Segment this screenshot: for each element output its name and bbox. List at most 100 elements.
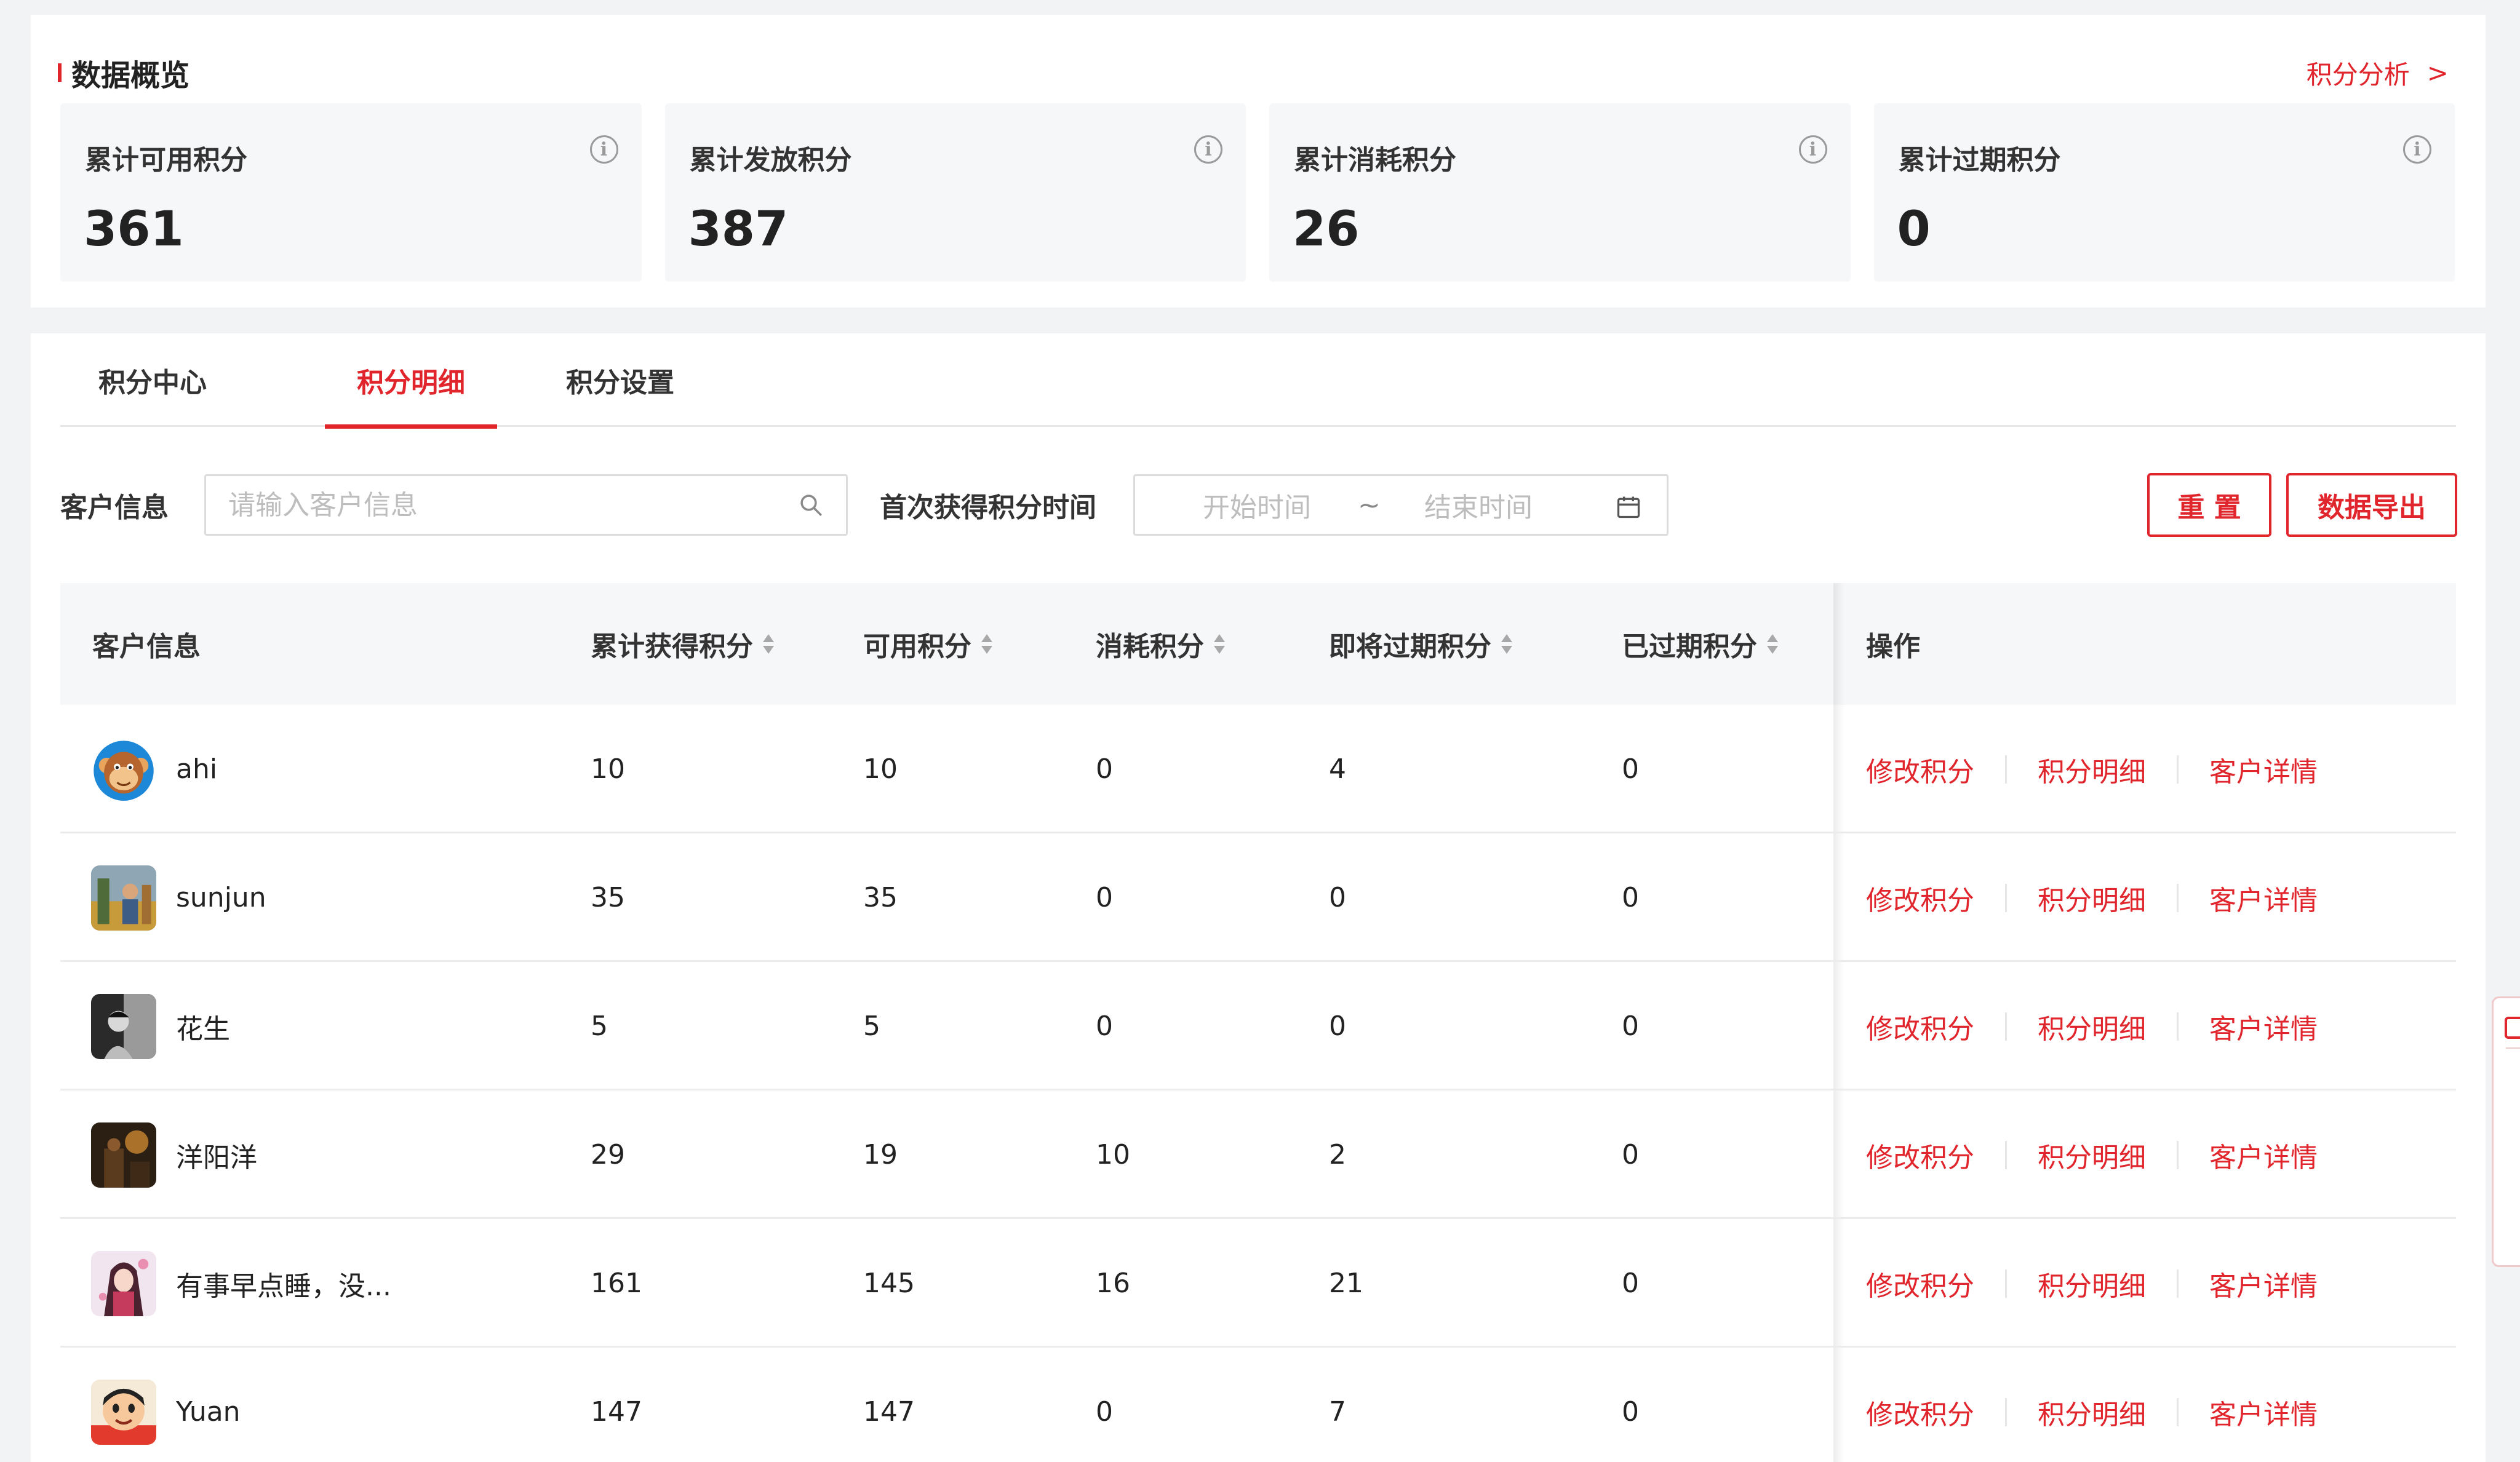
th-expired[interactable]: 已过期积分 [1622,583,1779,705]
info-icon[interactable]: i [1798,135,1827,164]
photo-avatar-icon[interactable] [91,865,156,931]
tab-bar: 积分中心 积分明细 积分设置 [60,333,2456,429]
floating-service-widget[interactable] [2492,996,2520,1267]
dark-photo-avatar-icon[interactable] [91,1122,156,1188]
monkey-avatar-icon[interactable] [91,736,156,802]
action-divider [2005,755,2007,784]
action-divider [2005,883,2007,912]
points-analysis-link[interactable]: 积分分析 > [2307,55,2449,90]
stat-card-issued: 累计发放积分 i 387 [664,103,1246,282]
available-cell: 147 [863,1396,915,1428]
date-range-picker[interactable]: 开始时间 ~ 结束时间 [1133,474,1669,536]
points-detail-link[interactable]: 积分明细 [2038,1135,2146,1175]
actions-cell: 修改积分 积分明细 客户详情 [1866,833,2318,962]
points-table: 客户信息 累计获得积分 可用积分 消耗积分 即将过期积分 已过期积分 操作 ah… [60,583,2456,1462]
expiring-cell: 2 [1329,1139,1346,1170]
th-expiring[interactable]: 即将过期积分 [1329,583,1513,705]
available-cell: 5 [863,1011,880,1042]
modify-points-link[interactable]: 修改积分 [1866,1392,1974,1432]
customer-detail-link[interactable]: 客户详情 [2209,1135,2318,1175]
expired-cell: 0 [1622,1011,1639,1042]
th-actions-label: 操作 [1866,631,1920,662]
tab-points-settings[interactable]: 积分设置 [559,333,682,427]
date-start-placeholder[interactable]: 开始时间 [1203,485,1311,525]
action-divider [2005,1012,2007,1041]
tab-points-detail[interactable]: 积分明细 [325,333,497,429]
customer-name: 有事早点睡，没... [176,1270,391,1302]
expiring-cell: 21 [1329,1268,1363,1299]
sort-icon[interactable] [1766,632,1779,656]
expired-cell: 0 [1622,1268,1639,1299]
calendar-icon[interactable] [1615,493,1642,520]
sort-icon[interactable] [980,632,994,656]
bw-photo-avatar-icon[interactable] [91,993,156,1059]
th-actions: 操作 [1866,583,1920,705]
table-header: 客户信息 累计获得积分 可用积分 消耗积分 即将过期积分 已过期积分 操作 [60,583,2456,705]
table-row: 有事早点睡，没... 161 145 16 21 0 修改积分 积分明细 客户详… [60,1219,2456,1348]
action-divider [2177,1269,2179,1298]
th-customer: 客户信息 [92,583,201,705]
points-detail-link[interactable]: 积分明细 [2038,1007,2146,1046]
modify-points-link[interactable]: 修改积分 [1866,750,1974,789]
th-total-earned[interactable]: 累计获得积分 [591,583,775,705]
th-consumed[interactable]: 消耗积分 [1096,583,1226,705]
customer-cell: 洋阳洋 [91,1091,257,1219]
sort-icon[interactable] [1500,632,1513,656]
data-overview-card: 数据概览 积分分析 > 累计可用积分 i 361 累计发放积分 i 387 累计… [31,15,2486,308]
stat-card-available: 累计可用积分 i 361 [60,103,642,282]
info-icon[interactable]: i [1194,135,1222,164]
consumed-cell: 0 [1096,1011,1113,1042]
anime-avatar-icon[interactable] [91,1250,156,1316]
date-end-placeholder[interactable]: 结束时间 [1424,485,1533,525]
cartoon-avatar-icon[interactable] [91,1379,156,1445]
customer-search-input[interactable] [228,489,798,521]
sort-icon[interactable] [1213,632,1226,656]
points-detail-link[interactable]: 积分明细 [2038,750,2146,789]
expiring-cell: 7 [1329,1396,1346,1428]
reset-button[interactable]: 重 置 [2147,473,2271,537]
actions-cell: 修改积分 积分明细 客户详情 [1866,705,2318,833]
export-data-button[interactable]: 数据导出 [2286,473,2457,537]
tab-points-center[interactable]: 积分中心 [91,333,214,427]
stat-value: 26 [1293,202,1360,257]
action-divider [2177,1140,2179,1169]
customer-detail-link[interactable]: 客户详情 [2209,1007,2318,1046]
stat-value: 0 [1897,202,1931,257]
action-divider [2177,1012,2179,1041]
modify-points-link[interactable]: 修改积分 [1866,1264,1974,1303]
consumed-cell: 0 [1096,882,1113,913]
modify-points-link[interactable]: 修改积分 [1866,878,1974,918]
search-icon[interactable] [798,492,824,518]
customer-search-field [204,474,848,536]
modify-points-link[interactable]: 修改积分 [1866,1007,1974,1046]
expiring-cell: 4 [1329,753,1346,785]
customer-cell: Yuan [91,1348,241,1462]
table-row: sunjun 35 35 0 0 0 修改积分 积分明细 客户详情 [60,833,2456,962]
actions-cell: 修改积分 积分明细 客户详情 [1866,1219,2318,1348]
info-icon[interactable]: i [589,135,618,164]
customer-name: 花生 [176,1013,230,1045]
available-cell: 10 [863,753,898,785]
th-expired-label: 已过期积分 [1622,631,1757,662]
points-detail-link[interactable]: 积分明细 [2038,1392,2146,1432]
action-divider [2177,1397,2179,1426]
th-available[interactable]: 可用积分 [863,583,994,705]
customer-cell: 有事早点睡，没... [91,1219,391,1348]
info-icon[interactable]: i [2403,135,2431,164]
th-total-earned-label: 累计获得积分 [591,631,753,662]
customer-detail-link[interactable]: 客户详情 [2209,878,2318,918]
action-divider [2177,755,2179,784]
customer-detail-link[interactable]: 客户详情 [2209,1392,2318,1432]
total-earned-cell: 147 [591,1396,642,1428]
modify-points-link[interactable]: 修改积分 [1866,1135,1974,1175]
action-divider [2005,1397,2007,1426]
sort-icon[interactable] [762,632,775,656]
customer-detail-link[interactable]: 客户详情 [2209,750,2318,789]
expiring-cell: 0 [1329,882,1346,913]
customer-detail-link[interactable]: 客户详情 [2209,1264,2318,1303]
first-earned-time-label: 首次获得积分时间 [880,492,1096,523]
points-detail-link[interactable]: 积分明细 [2038,1264,2146,1303]
customer-name: sunjun [176,882,266,913]
points-detail-link[interactable]: 积分明细 [2038,878,2146,918]
total-earned-cell: 5 [591,1011,608,1042]
